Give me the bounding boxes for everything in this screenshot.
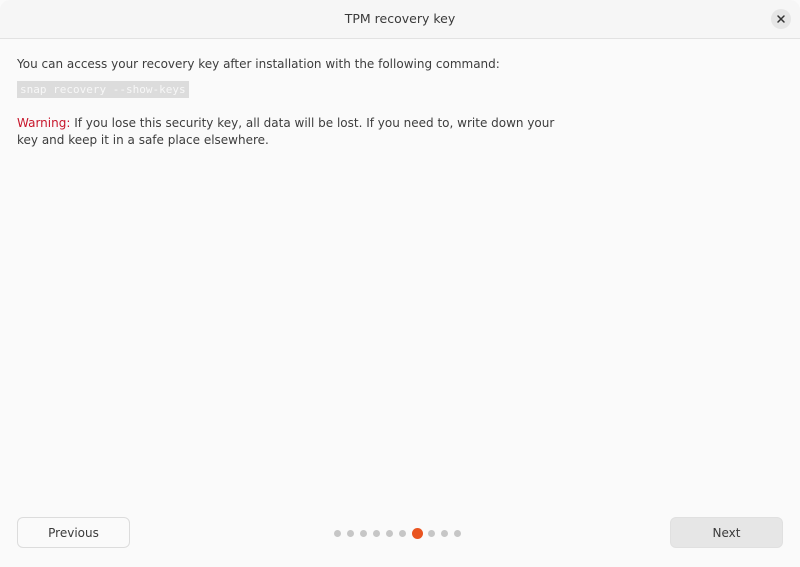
next-button[interactable]: Next — [670, 517, 783, 548]
progress-dot — [347, 530, 354, 537]
progress-dot — [360, 530, 367, 537]
close-icon — [776, 14, 786, 24]
progress-dot-active — [412, 528, 423, 539]
progress-dot — [428, 530, 435, 537]
progress-dot — [399, 530, 406, 537]
intro-text: You can access your recovery key after i… — [17, 57, 500, 71]
close-button[interactable] — [771, 9, 791, 29]
warning-paragraph: Warning: If you lose this security key, … — [17, 115, 557, 149]
progress-dot — [441, 530, 448, 537]
title-bar: TPM recovery key — [0, 0, 800, 39]
warning-text: If you lose this security key, all data … — [17, 116, 555, 147]
progress-dot — [373, 530, 380, 537]
progress-dot — [386, 530, 393, 537]
installer-window: TPM recovery key You can access your rec… — [0, 0, 800, 567]
previous-button[interactable]: Previous — [17, 517, 130, 548]
progress-dot — [334, 530, 341, 537]
warning-label: Warning: — [17, 116, 71, 130]
window-title: TPM recovery key — [344, 11, 456, 26]
progress-dot — [454, 530, 461, 537]
main-content: You can access your recovery key after i… — [17, 56, 577, 149]
recovery-command: snap recovery --show-keys — [17, 81, 189, 98]
